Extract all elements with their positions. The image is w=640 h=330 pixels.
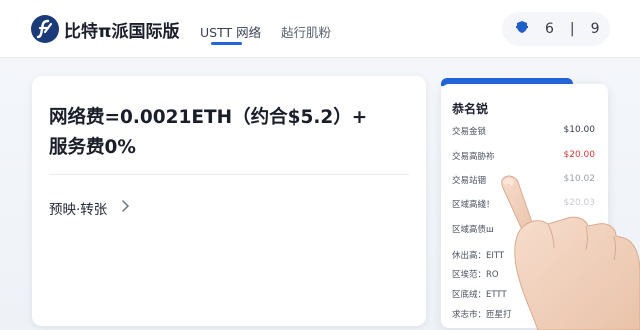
chevron-right-icon: [121, 200, 130, 216]
header-separator: |: [569, 21, 575, 37]
transfer-link[interactable]: 预映·转张: [49, 198, 130, 218]
pointing-hand-illustration: [501, 175, 640, 330]
transfer-label: 预映·转张: [49, 202, 108, 218]
tab-usdt-network[interactable]: USTT 网络: [200, 22, 261, 41]
header-action-2[interactable]: 9: [591, 21, 600, 37]
brand-name[interactable]: 比特π派国际版: [64, 17, 179, 42]
network-fee-text: 网络费=0.0021ETH（约合$5.2）+: [49, 107, 368, 128]
divider: [49, 174, 409, 175]
row-value: $10.00: [563, 125, 596, 135]
brand-logo-icon[interactable]: [31, 15, 59, 43]
row-label: 交易金锁: [452, 127, 487, 137]
header-action-1[interactable]: 6: [545, 21, 554, 37]
top-header: 比特π派国际版 USTT 网络 趈行肌粉 6 | 9: [0, 0, 640, 58]
row-label: 交易高胁袮: [452, 152, 495, 162]
row-value: $20.00: [563, 150, 596, 160]
service-fee-text: 服务费0%: [49, 137, 136, 158]
header-actions: 6 | 9: [502, 12, 610, 46]
fee-card: 网络费=0.0021ETH（约合$5.2）+ 服务费0% 预映·转张: [32, 76, 426, 326]
side-panel-title: 恭名锐: [452, 102, 489, 116]
active-tab-indicator: [211, 42, 242, 45]
tab-secondary[interactable]: 趈行肌粉: [281, 22, 331, 41]
shield-icon[interactable]: [515, 20, 529, 38]
